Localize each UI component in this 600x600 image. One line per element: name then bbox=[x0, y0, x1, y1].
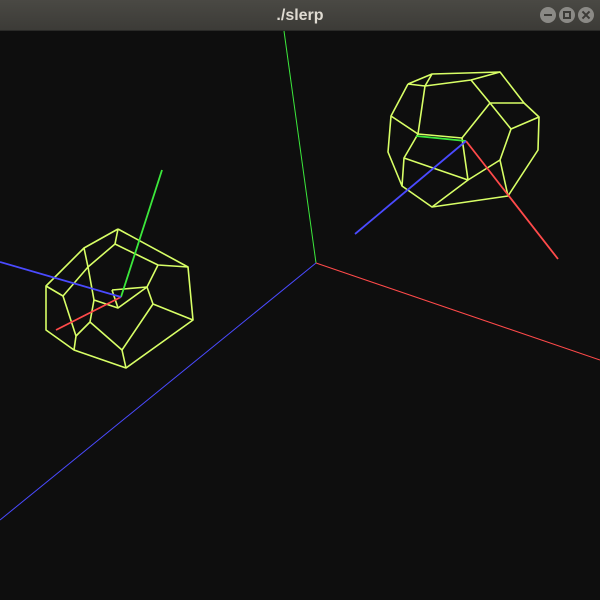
local-axis-z-left bbox=[0, 261, 122, 298]
dodecahedron-left bbox=[0, 169, 194, 369]
scene-canvas bbox=[0, 30, 600, 521]
local-axis-z-right bbox=[354, 140, 467, 235]
world-axis-y bbox=[283, 30, 317, 264]
gl-viewport[interactable] bbox=[0, 30, 600, 600]
dodecahedron-right bbox=[354, 71, 559, 260]
world-axis-x bbox=[315, 262, 600, 361]
local-axes-right bbox=[354, 135, 559, 260]
app-window: ./slerp bbox=[0, 0, 600, 600]
world-axis-z bbox=[0, 262, 317, 521]
